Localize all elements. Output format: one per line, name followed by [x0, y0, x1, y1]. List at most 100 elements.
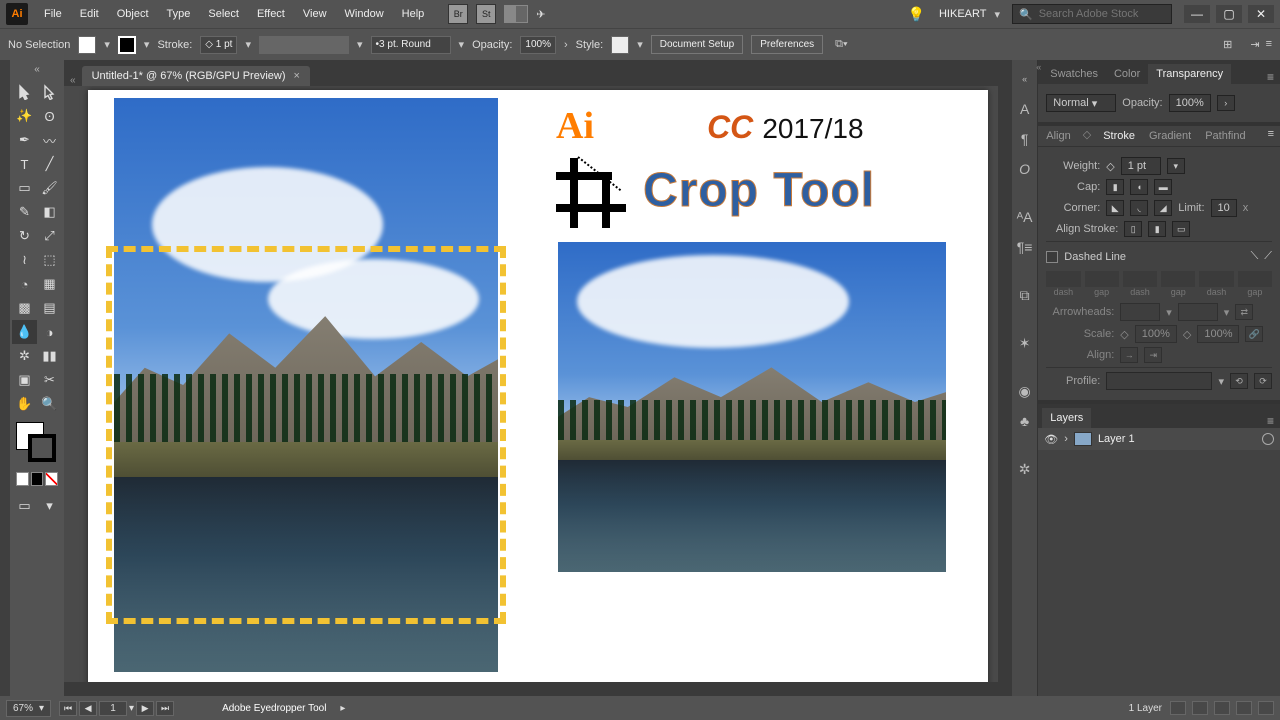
preferences-button[interactable]: Preferences	[751, 35, 823, 54]
menu-object[interactable]: Object	[109, 4, 157, 24]
layers-panel-menu-icon[interactable]: ≡	[1261, 414, 1280, 428]
symbol-sprayer-tool[interactable]: ✲	[12, 344, 37, 368]
corner-miter-icon[interactable]: ◣	[1106, 200, 1124, 216]
tool-readout-caret-icon[interactable]: ▸	[340, 703, 345, 714]
menu-window[interactable]: Window	[337, 4, 392, 24]
shape-builder-tool[interactable]: ◔	[12, 272, 37, 296]
bridge-icon[interactable]: Br	[448, 4, 468, 24]
locate-layer-icon[interactable]	[1170, 701, 1186, 715]
stock-icon[interactable]: St	[476, 4, 496, 24]
document-tab-close-icon[interactable]: ×	[294, 70, 300, 82]
zoom-select[interactable]: 67%▾	[6, 700, 51, 717]
layer-visibility-icon[interactable]: 👁	[1044, 433, 1058, 446]
color-mode-none[interactable]	[45, 472, 58, 486]
align-stroke-outside-icon[interactable]: ▭	[1172, 221, 1190, 237]
stroke-swatch[interactable]	[118, 36, 136, 54]
next-artboard-button[interactable]: ▶	[136, 701, 154, 716]
fill-stroke-indicator[interactable]	[14, 422, 62, 464]
arrow-scale-start[interactable]: 100%	[1135, 325, 1177, 343]
gap-2[interactable]	[1161, 271, 1195, 287]
lasso-tool[interactable]: ʘ	[37, 104, 62, 128]
corner-round-icon[interactable]: ◟	[1130, 200, 1148, 216]
links-panel-icon[interactable]: ✶	[1013, 332, 1037, 354]
window-close-button[interactable]: ✕	[1248, 5, 1274, 23]
menu-select[interactable]: Select	[200, 4, 247, 24]
shaper-tool[interactable]: ✎	[12, 200, 37, 224]
color-mode-swatches[interactable]	[16, 472, 58, 486]
dash-align-icon[interactable]: ⟋	[1264, 250, 1272, 263]
tab-color[interactable]: Color	[1106, 64, 1148, 84]
document-setup-button[interactable]: Document Setup	[651, 35, 744, 54]
align-stroke-center-icon[interactable]: ▯	[1124, 221, 1142, 237]
menu-help[interactable]: Help	[394, 4, 433, 24]
delete-layer-icon[interactable]	[1258, 701, 1274, 715]
dash-1[interactable]	[1046, 271, 1080, 287]
graphic-styles-panel-icon[interactable]: ♣	[1013, 410, 1037, 432]
chev-left-icon[interactable]: «	[1013, 68, 1037, 90]
corner-bevel-icon[interactable]: ◢	[1154, 200, 1172, 216]
window-minimize-button[interactable]: —	[1184, 5, 1210, 23]
tab-stroke[interactable]: Stroke	[1101, 128, 1137, 144]
mesh-tool[interactable]: ▩	[12, 296, 37, 320]
stock-search[interactable]: 🔍	[1012, 4, 1172, 24]
dash-preserve-icon[interactable]: ⟍	[1251, 250, 1259, 263]
cap-butt-icon[interactable]: ▮	[1106, 179, 1124, 195]
user-dropdown-caret-icon[interactable]: ▾	[994, 8, 1000, 21]
perspective-grid-tool[interactable]: ▦	[37, 272, 62, 296]
hand-tool[interactable]: ✋	[12, 392, 37, 416]
new-sublayer-icon[interactable]	[1214, 701, 1230, 715]
arrow-scale-end[interactable]: 100%	[1197, 325, 1239, 343]
menu-type[interactable]: Type	[159, 4, 199, 24]
scrollbar-horizontal[interactable]	[64, 682, 1012, 696]
panel-menu-icon[interactable]: ≡	[1261, 70, 1280, 84]
cap-square-icon[interactable]: ▬	[1154, 179, 1172, 195]
arrange-docs-icon[interactable]	[504, 5, 528, 23]
selection-tool[interactable]	[12, 80, 37, 104]
flip-along-icon[interactable]: ⟲	[1230, 373, 1248, 389]
gpu-icon[interactable]: ✈	[536, 8, 545, 21]
layer-target-icon[interactable]	[1262, 433, 1274, 445]
brush-def[interactable]: • 3 pt. Round	[371, 36, 451, 54]
paragraph-panel-icon[interactable]: ¶	[1013, 128, 1037, 150]
pathfinder-panel-icon[interactable]: ⧉	[1013, 284, 1037, 306]
last-artboard-button[interactable]: ⏭	[156, 701, 174, 716]
user-name[interactable]: HIKEART	[939, 8, 986, 20]
fill-caret-icon[interactable]: ▾	[104, 38, 110, 51]
opacity-caret-icon[interactable]: ›	[564, 39, 568, 51]
menu-effect[interactable]: Effect	[249, 4, 293, 24]
gap-1[interactable]	[1085, 271, 1119, 287]
eraser-tool[interactable]: ◧	[37, 200, 62, 224]
arrow-align-end-icon[interactable]: ⇥	[1144, 347, 1162, 363]
transparency-opacity-input[interactable]: 100%	[1169, 94, 1211, 112]
type-tool[interactable]: T	[12, 152, 37, 176]
appearance-panel-icon[interactable]: ◉	[1013, 380, 1037, 402]
column-graph-tool[interactable]: ▮▮	[37, 344, 62, 368]
dash-2[interactable]	[1123, 271, 1157, 287]
tab-swatches[interactable]: Swatches	[1042, 64, 1106, 84]
arrow-start[interactable]	[1120, 303, 1160, 321]
opacity-input[interactable]: 100%	[520, 36, 556, 54]
screen-mode-icon[interactable]: ▭	[12, 494, 37, 518]
color-mode-gradient[interactable]	[31, 472, 44, 486]
paintbrush-tool[interactable]: 🖌	[37, 176, 62, 200]
symbols-panel-icon[interactable]: ✲	[1013, 458, 1037, 480]
arrow-align-tip-icon[interactable]: →	[1120, 347, 1138, 363]
free-transform-tool[interactable]: ⬚	[37, 248, 62, 272]
layer-expand-icon[interactable]: ›	[1064, 433, 1068, 445]
stock-search-input[interactable]	[1039, 8, 1165, 20]
tab-transparency[interactable]: Transparency	[1148, 64, 1231, 84]
cap-round-icon[interactable]: ◖	[1130, 179, 1148, 195]
new-layer-icon[interactable]	[1236, 701, 1252, 715]
stroke-panel-menu-icon[interactable]: ≡	[1268, 128, 1274, 144]
window-maximize-button[interactable]: ▢	[1216, 5, 1242, 23]
tab-align[interactable]: Align	[1044, 128, 1072, 144]
curvature-tool[interactable]: 〰	[37, 128, 62, 152]
flip-across-icon[interactable]: ⟳	[1254, 373, 1272, 389]
tab-pathfinder[interactable]: Pathfind	[1203, 128, 1247, 144]
menu-edit[interactable]: Edit	[72, 4, 107, 24]
scrollbar-vertical[interactable]	[998, 86, 1012, 682]
align-icons[interactable]: ⇥≡	[1250, 38, 1272, 51]
eyedropper-tool[interactable]: 💧	[12, 320, 37, 344]
width-tool[interactable]: ≀	[12, 248, 37, 272]
make-clipping-mask-icon[interactable]	[1192, 701, 1208, 715]
